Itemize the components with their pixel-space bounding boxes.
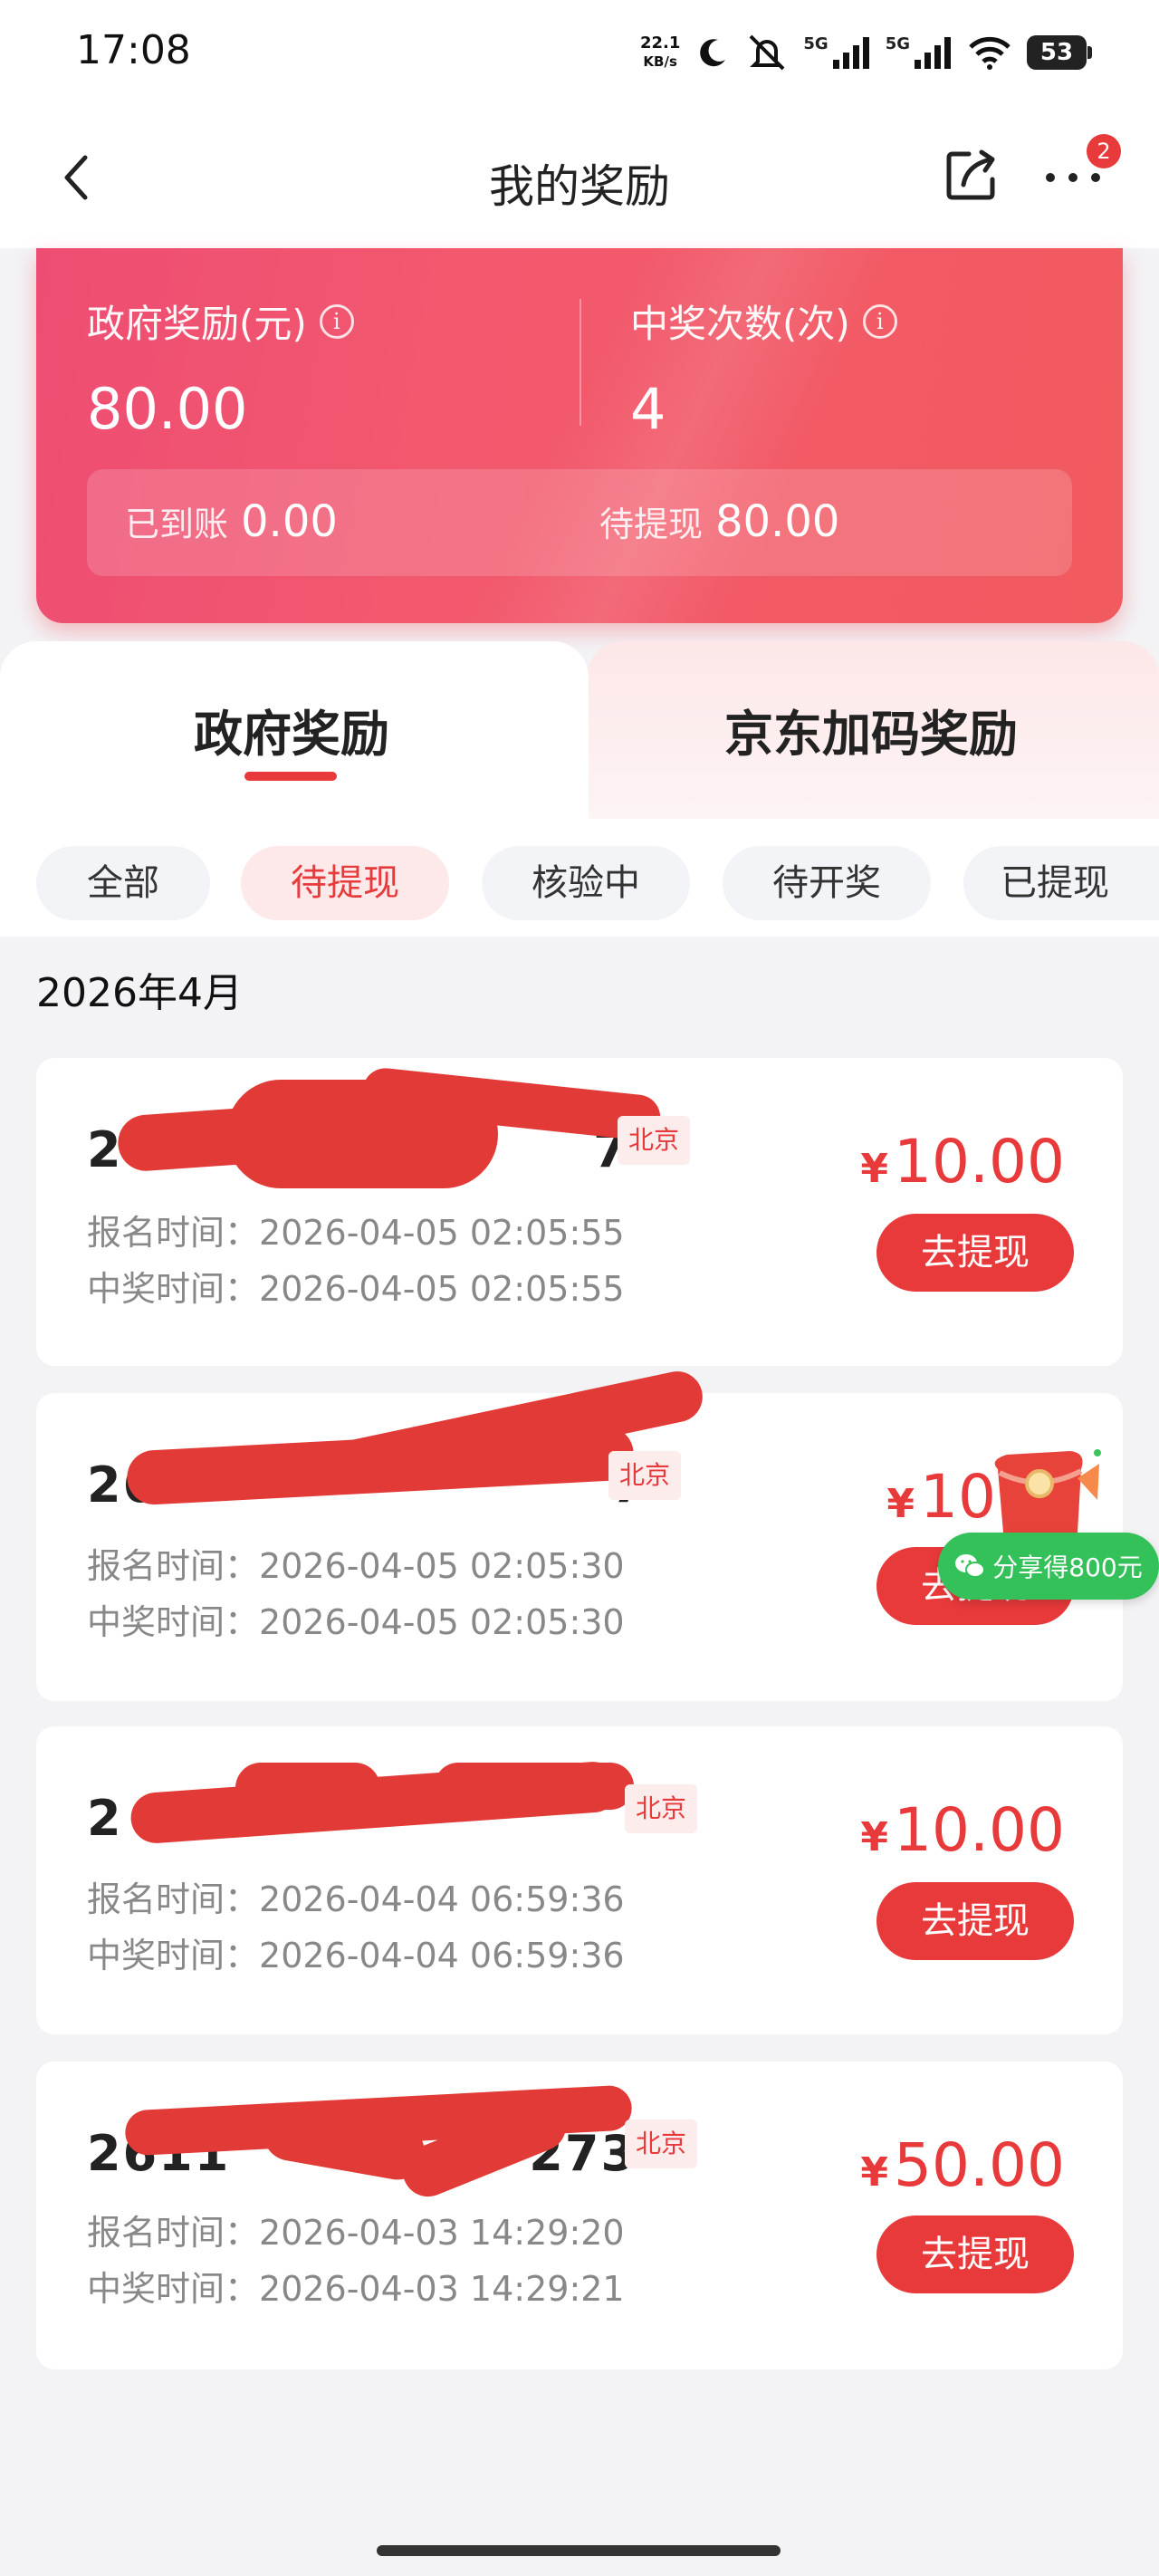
pending-stat: 待提现 80.00 xyxy=(599,496,839,547)
tab-jd-bonus-label: 京东加码奖励 xyxy=(724,706,1018,763)
month-header: 2026年4月 xyxy=(36,970,243,1016)
win-time: 中奖时间：2026-04-03 14:29:21 xyxy=(87,2269,625,2309)
filter-all[interactable]: 全部 xyxy=(36,846,210,920)
filter-verifying[interactable]: 核验中 xyxy=(482,846,690,920)
city-tag: 北京 xyxy=(625,1784,697,1833)
received-stat: 已到账 0.00 xyxy=(125,496,338,547)
reward-amount: ¥10.00 xyxy=(860,1795,1065,1865)
win-count-label: 中奖次数(次) xyxy=(630,302,850,346)
notification-badge: 2 xyxy=(1087,134,1121,168)
signup-time: 报名时间：2026-04-04 06:59:36 xyxy=(87,1879,625,1919)
wifi-icon xyxy=(969,36,1011,70)
tab-gov-reward-label: 政府奖励 xyxy=(194,706,389,763)
city-tag: 北京 xyxy=(625,2119,697,2168)
balance-bar: 已到账 0.00 待提现 80.00 xyxy=(87,469,1072,576)
signup-time: 报名时间：2026-04-03 14:29:20 xyxy=(87,2213,625,2253)
redaction-mark xyxy=(235,1763,380,1813)
received-value: 0.00 xyxy=(241,496,338,547)
status-icons: 22.1 KB/s 5G 5G 53 xyxy=(640,27,1092,78)
mute-bell-icon xyxy=(749,34,785,71)
network-speed-value: 22.1 xyxy=(639,34,681,53)
withdraw-button[interactable]: 去提现 xyxy=(876,2216,1074,2293)
reward-record-card[interactable]: 2 北京 报名时间：2026-04-04 06:59:36 中奖时间：2026-… xyxy=(36,1726,1123,2034)
signal-5g-icon-2: 5G xyxy=(886,34,953,71)
pending-label: 待提现 xyxy=(599,505,704,544)
network-speed: 22.1 KB/s xyxy=(640,34,680,71)
signup-time: 报名时间：2026-04-05 02:05:55 xyxy=(87,1213,625,1253)
filter-pending[interactable]: 待提现 xyxy=(241,846,449,920)
share-reward-label: 分享得800元 xyxy=(992,1552,1143,1582)
info-icon[interactable]: i xyxy=(862,303,897,339)
city-tag: 北京 xyxy=(608,1451,681,1500)
tab-gov-reward[interactable]: 政府奖励 xyxy=(0,641,589,819)
pending-value: 80.00 xyxy=(715,496,840,547)
reward-record-card[interactable]: 2611273 北京 报名时间：2026-04-03 14:29:20 中奖时间… xyxy=(36,2062,1123,2369)
gov-reward-value: 80.00 xyxy=(87,376,248,442)
gov-reward-stat: 政府奖励(元) i 80.00 xyxy=(87,293,354,442)
gov-reward-label: 政府奖励(元) xyxy=(87,302,307,346)
win-count-stat: 中奖次数(次) i 4 xyxy=(630,293,897,442)
wechat-icon xyxy=(955,1554,986,1578)
reward-summary-card: 政府奖励(元) i 80.00 中奖次数(次) i 4 已到账 0.00 待提现… xyxy=(36,248,1123,623)
withdraw-button[interactable]: 去提现 xyxy=(876,1214,1074,1292)
nav-bar: 我的奖励 2 xyxy=(0,107,1159,248)
info-icon[interactable]: i xyxy=(319,303,354,339)
battery-icon: 53 xyxy=(1027,35,1092,70)
reward-tabs: 京东加码奖励 政府奖励 xyxy=(0,641,1159,819)
reward-record-card[interactable]: 267 北京 报名时间：2026-04-05 02:05:55 中奖时间：202… xyxy=(36,1058,1123,1366)
filter-awaiting-draw[interactable]: 待开奖 xyxy=(723,846,931,920)
filter-withdrawn[interactable]: 已提现 xyxy=(963,846,1159,920)
status-bar: 17:08 22.1 KB/s 5G 5G 53 xyxy=(0,0,1159,107)
share-reward-button[interactable]: 分享得800元 xyxy=(938,1533,1159,1600)
network-speed-unit: KB/s xyxy=(643,53,677,70)
reward-amount: ¥50.00 xyxy=(860,2130,1065,2200)
home-indicator[interactable] xyxy=(377,2545,781,2556)
win-count-value: 4 xyxy=(630,376,666,442)
filter-chips: 全部 待提现 核验中 待开奖 已提现 xyxy=(0,846,1159,920)
win-time: 中奖时间：2026-04-05 02:05:55 xyxy=(87,1269,625,1309)
share-float-widget[interactable]: 分享得800元 xyxy=(938,1442,1159,1605)
reward-amount: ¥10.00 xyxy=(860,1127,1065,1197)
signup-time: 报名时间：2026-04-05 02:05:30 xyxy=(87,1546,625,1586)
tab-jd-bonus[interactable]: 京东加码奖励 xyxy=(587,641,1159,819)
status-time: 17:08 xyxy=(76,27,191,73)
win-time: 中奖时间：2026-04-05 02:05:30 xyxy=(87,1602,625,1642)
tab-active-indicator xyxy=(244,772,337,781)
share-icon[interactable] xyxy=(942,145,1001,205)
redaction-mark xyxy=(435,1763,634,1810)
moon-icon xyxy=(700,39,726,67)
record-id: 2 xyxy=(87,1790,123,1847)
win-time: 中奖时间：2026-04-04 06:59:36 xyxy=(87,1936,625,1975)
received-label: 已到账 xyxy=(125,505,229,544)
city-tag: 北京 xyxy=(618,1116,690,1165)
signal-5g-icon: 5G xyxy=(803,34,870,71)
withdraw-button[interactable]: 去提现 xyxy=(876,1882,1074,1960)
stat-divider xyxy=(580,299,581,426)
